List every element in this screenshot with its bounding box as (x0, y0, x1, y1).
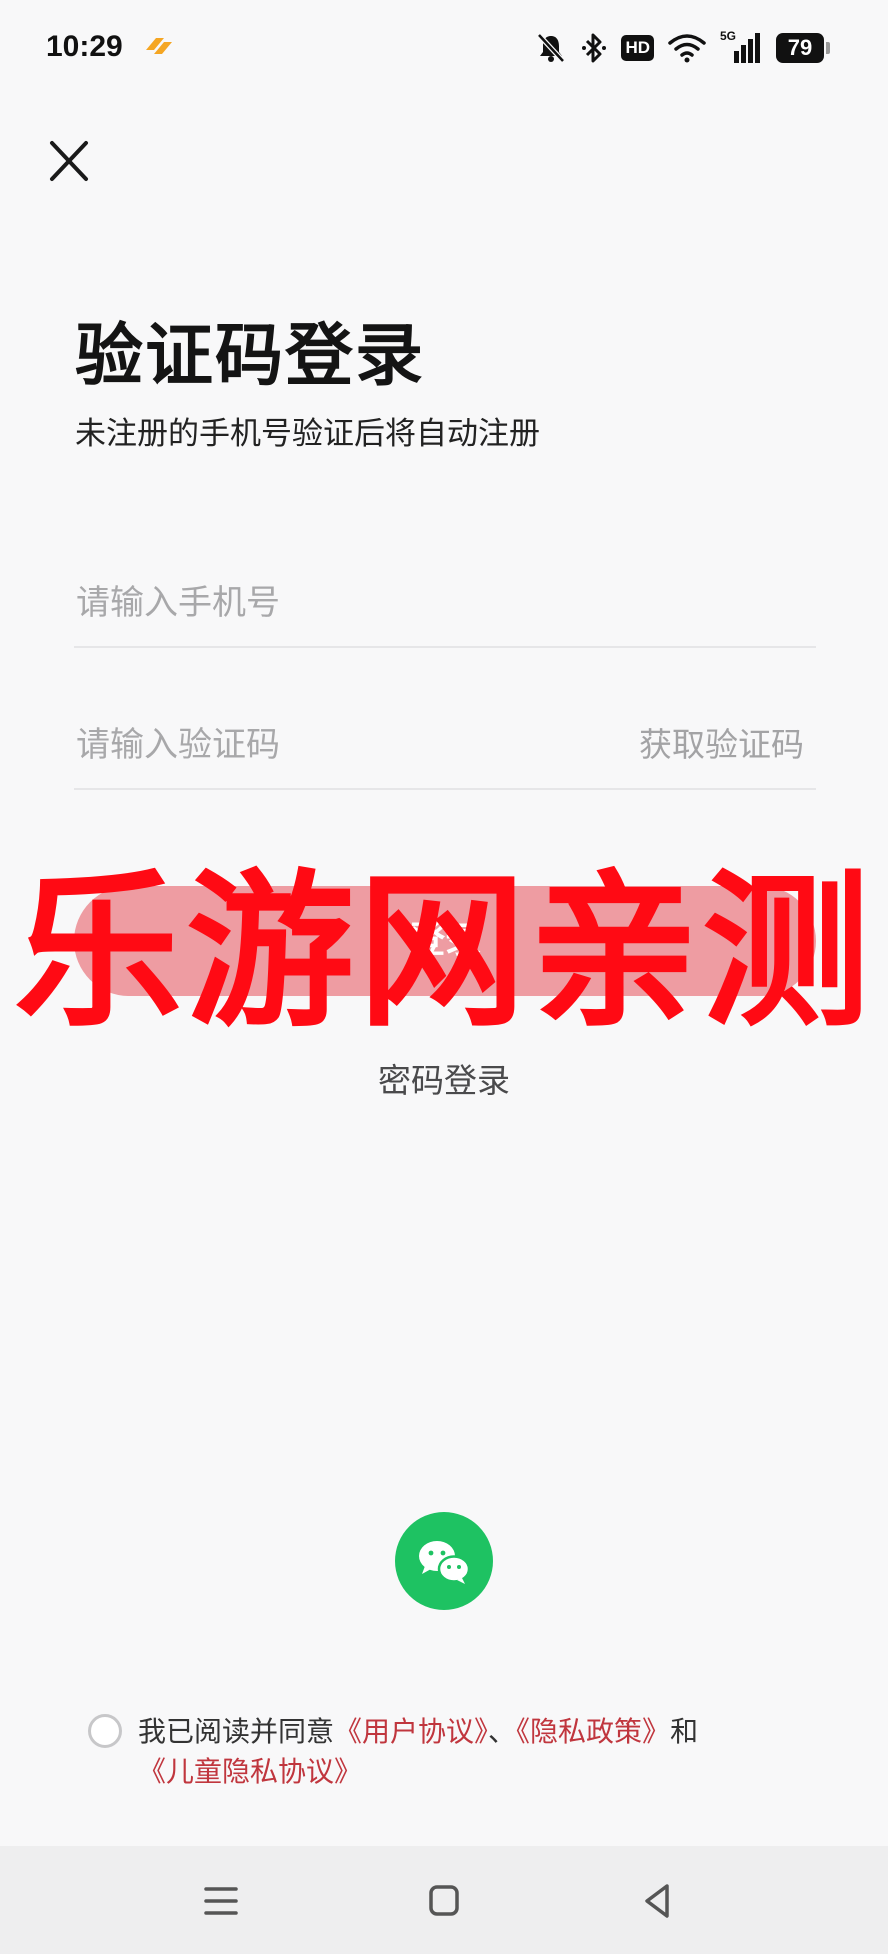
wechat-login-button[interactable] (395, 1512, 493, 1610)
get-code-button[interactable]: 获取验证码 (639, 720, 804, 770)
child-privacy-link[interactable]: 《儿童隐私协议》 (138, 1755, 362, 1788)
status-time: 10:29 (46, 30, 123, 63)
phone-input[interactable] (76, 578, 596, 628)
code-field: 获取验证码 (74, 690, 816, 790)
battery-tip (826, 42, 830, 54)
system-nav-bar (0, 1846, 888, 1954)
bell-muted-icon (537, 33, 566, 63)
agreement-and: 和 (670, 1715, 699, 1748)
agreement-text: 我已阅读并同意《用户协议》、《隐私政策》和 《儿童隐私协议》 (138, 1712, 818, 1792)
agreement-prefix: 我已阅读并同意 (138, 1715, 335, 1748)
wifi-icon (668, 34, 706, 63)
agreement-separator: 、 (488, 1715, 517, 1748)
page-subtitle: 未注册的手机号验证后将自动注册 (75, 416, 540, 452)
battery-level: 79 (776, 33, 824, 63)
battery-icon: 79 (776, 33, 830, 63)
agreement-checkbox[interactable] (88, 1714, 122, 1748)
login-screen: 10:29 HD 5G 79 验证码登录 未注册的手机号验证后将自动注册 请输入… (0, 0, 888, 1954)
page-title: 验证码登录 (75, 317, 426, 396)
close-icon[interactable] (44, 138, 94, 184)
user-agreement-link[interactable]: 《用户协议》 (334, 1715, 488, 1748)
phone-field (74, 548, 816, 648)
menu-icon[interactable] (196, 1876, 246, 1926)
status-bar: 10:29 HD 5G 79 (0, 0, 888, 100)
bluetooth-icon (582, 33, 607, 63)
login-button[interactable]: 登录 (74, 886, 816, 996)
password-login-link[interactable]: 密码登录 (0, 1054, 888, 1102)
app-notification-icon (146, 38, 172, 54)
wechat-icon (419, 1541, 471, 1584)
status-icons: HD 5G 79 (521, 29, 830, 66)
home-icon[interactable] (419, 1876, 469, 1926)
cellular-signal-icon: 5G (720, 29, 762, 65)
verification-code-input[interactable] (76, 720, 596, 770)
back-icon[interactable] (633, 1876, 683, 1926)
hd-badge: HD (621, 35, 654, 61)
privacy-policy-link[interactable]: 《隐私政策》 (516, 1715, 670, 1748)
